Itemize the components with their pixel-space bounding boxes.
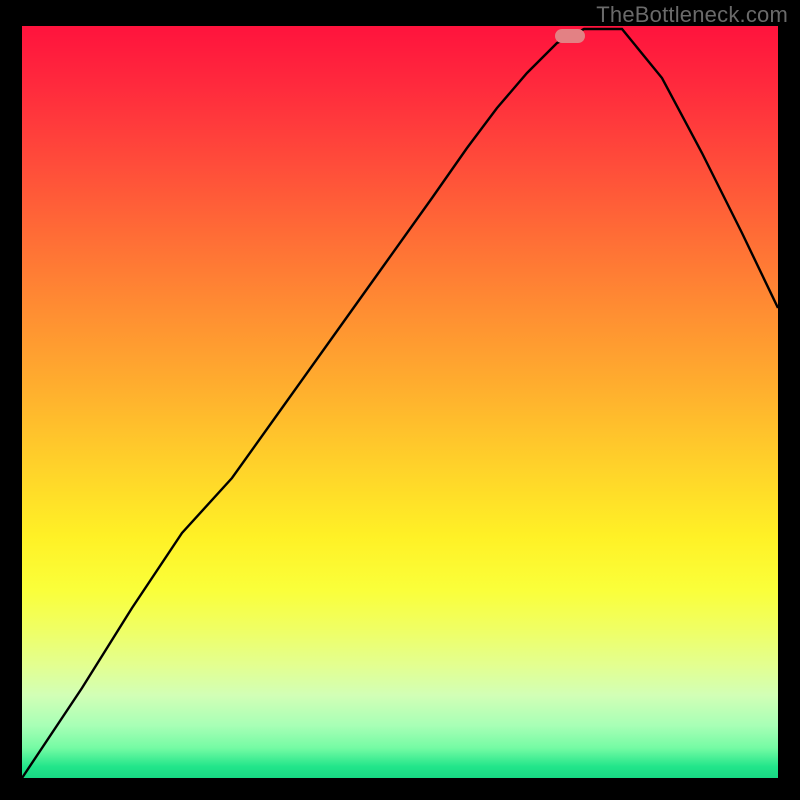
plot-area bbox=[22, 26, 778, 778]
optimal-marker bbox=[555, 29, 585, 43]
curve-path bbox=[22, 29, 778, 778]
bottleneck-curve bbox=[22, 26, 778, 778]
chart-frame: TheBottleneck.com bbox=[0, 0, 800, 800]
watermark-text: TheBottleneck.com bbox=[596, 2, 788, 28]
